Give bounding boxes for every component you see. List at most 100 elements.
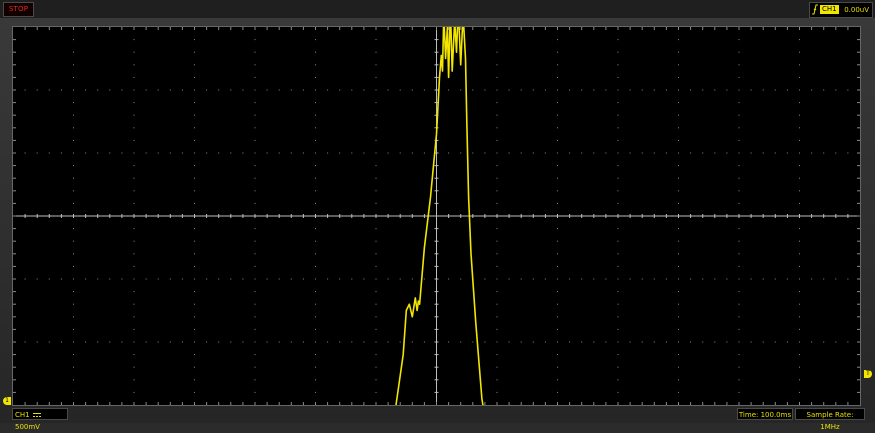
grid-dot — [605, 278, 607, 280]
grid-dot — [194, 265, 195, 267]
grid-dot — [254, 165, 256, 167]
grid-dot — [194, 253, 195, 255]
grid-dot — [254, 341, 256, 343]
grid-dot — [85, 341, 87, 343]
grid-dot — [532, 152, 534, 154]
grid-dot — [786, 152, 788, 154]
grid-dot — [460, 341, 462, 343]
grid-dot — [557, 152, 558, 154]
waveform-display[interactable] — [12, 26, 861, 406]
grid-dot — [339, 278, 341, 280]
grid-dot — [799, 152, 800, 154]
grid-dot — [690, 278, 692, 280]
grid-dot — [254, 39, 256, 41]
grid-dot — [738, 265, 740, 267]
grid-dot — [375, 303, 377, 305]
grid-dot — [557, 177, 558, 179]
grid-dot — [617, 228, 619, 230]
grid-dot — [617, 39, 619, 41]
trigger-level-marker[interactable]: T — [864, 370, 872, 378]
grid-dot — [73, 240, 74, 242]
ch1-scale-readout[interactable]: CH1 500mV — [12, 408, 68, 431]
ch1-label: CH1 — [15, 411, 30, 419]
grid-dot — [799, 64, 800, 66]
grid-dot — [774, 278, 776, 280]
grid-dot — [315, 152, 316, 154]
grid-dot — [678, 114, 679, 116]
run-stop-button[interactable]: STOP — [3, 2, 34, 17]
grid-dot — [738, 165, 740, 167]
grid-dot — [254, 190, 256, 192]
grid-dot — [823, 152, 825, 154]
grid-dot — [799, 139, 800, 141]
grid-dot — [133, 303, 135, 305]
grid-dot — [327, 278, 329, 280]
grid-dot — [181, 341, 183, 343]
grid-dot — [121, 278, 123, 280]
grid-dot — [218, 341, 220, 343]
trigger-settings[interactable]: CH1 0.00uV — [809, 2, 873, 18]
grid-dot — [315, 328, 316, 330]
grid-dot — [375, 165, 377, 167]
grid-dot — [738, 366, 740, 368]
grid-dot — [617, 89, 619, 91]
grid-dot — [629, 152, 631, 154]
grid-dot — [835, 152, 837, 154]
grid-dot — [496, 328, 498, 330]
grid-dot — [133, 240, 135, 242]
grid-dot — [799, 253, 800, 255]
grid-dot — [581, 89, 583, 91]
grid-dot — [254, 127, 256, 129]
grid-dot — [750, 152, 752, 154]
grid-dot — [85, 278, 87, 280]
ch1-ground-marker[interactable]: 1 — [3, 397, 11, 405]
grid-dot — [181, 278, 183, 280]
grid-dot — [799, 76, 800, 78]
grid-dot — [557, 253, 558, 255]
grid-dot — [690, 152, 692, 154]
grid-dot — [702, 152, 704, 154]
grid-dot — [520, 152, 522, 154]
grid-dot — [157, 89, 159, 91]
grid-dot — [738, 102, 740, 104]
grid-dot — [194, 102, 195, 104]
grid-dot — [315, 114, 316, 116]
grid-dot — [375, 51, 377, 53]
grid-dot — [557, 316, 558, 318]
grid-dot — [484, 278, 486, 280]
grid-dot — [375, 354, 377, 356]
sample-rate-readout[interactable]: Sample Rate: 1MHz — [795, 408, 865, 431]
oscilloscope-window: STOP CH1 0.00uV 1 T CH1 500mV Time: 100.… — [0, 0, 875, 431]
grid-dot — [194, 228, 195, 230]
grid-dot — [133, 114, 135, 116]
grid-dot — [73, 152, 74, 154]
grid-dot — [254, 379, 256, 381]
grid-dot — [496, 102, 498, 104]
grid-dot — [73, 102, 74, 104]
grid-dot — [678, 102, 679, 104]
grid-dot — [774, 341, 776, 343]
grid-dot — [97, 89, 99, 91]
time-base-readout[interactable]: Time: 100.0ms — [737, 408, 793, 420]
grid-dot — [629, 278, 631, 280]
grid-dot — [327, 341, 329, 343]
grid-dot — [678, 51, 679, 53]
grid-dot — [375, 316, 377, 318]
grid-dot — [532, 341, 534, 343]
grid-dot — [641, 278, 643, 280]
grid-dot — [375, 102, 377, 104]
grid-dot — [121, 341, 123, 343]
grid-dot — [254, 354, 256, 356]
grid-dot — [351, 278, 353, 280]
grid-dot — [557, 278, 558, 280]
grid-dot — [762, 341, 764, 343]
grid-dot — [73, 190, 74, 192]
grid-dot — [823, 89, 825, 91]
grid-dot — [496, 291, 498, 293]
grid-dot — [206, 278, 208, 280]
grid-dot — [484, 341, 486, 343]
grid-dot — [399, 278, 401, 280]
grid-dot — [254, 139, 256, 141]
grid-dot — [73, 228, 74, 230]
grid-dot — [690, 89, 692, 91]
